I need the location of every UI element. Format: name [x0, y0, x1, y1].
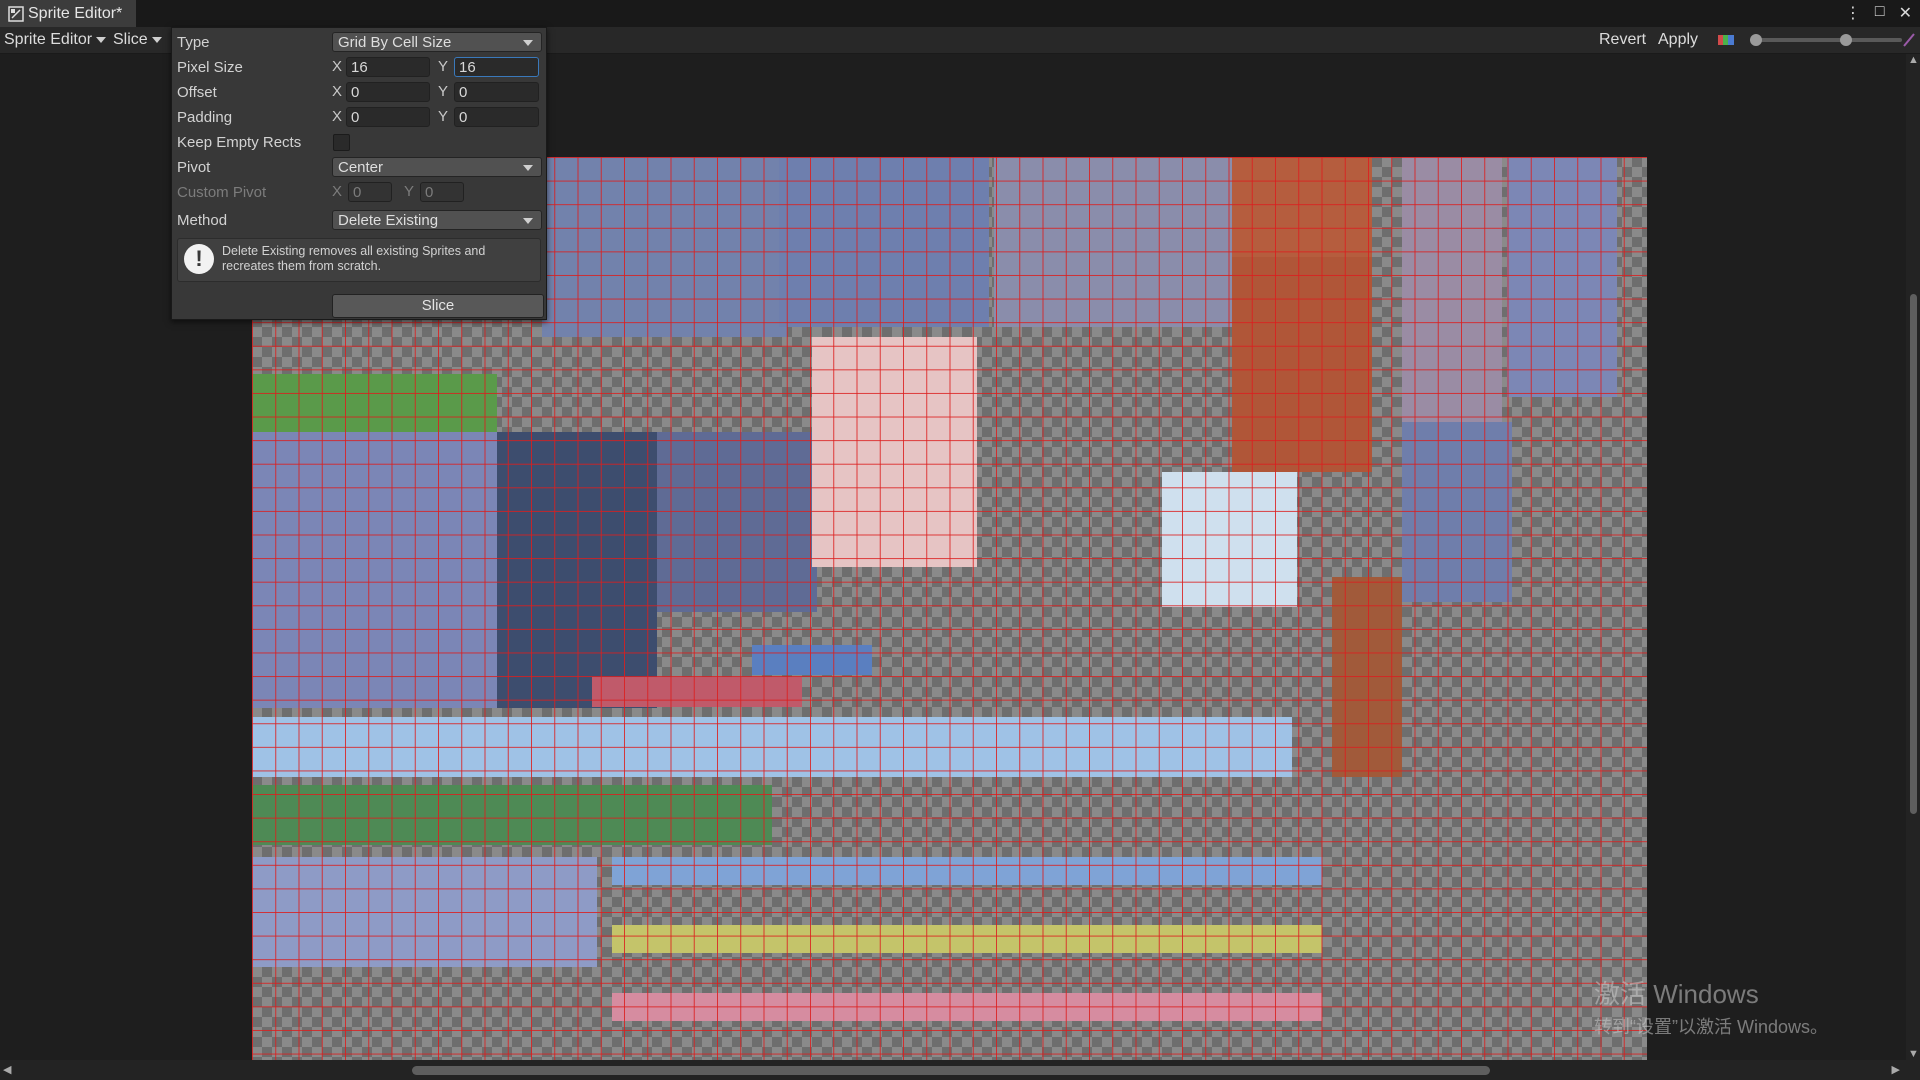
floor-tiles: [252, 432, 497, 708]
scroll-down-icon[interactable]: ▼: [1908, 1048, 1919, 1060]
sprite-editor-menu[interactable]: Sprite Editor: [4, 31, 107, 49]
type-value: Grid By Cell Size: [338, 33, 452, 51]
method-value: Delete Existing: [338, 211, 439, 229]
y-label: Y: [438, 58, 449, 75]
shop-tiles: [994, 157, 1232, 327]
roof-tiles: [1232, 157, 1372, 257]
offset-label: Offset: [177, 83, 217, 101]
custom-pivot-label: Custom Pivot: [177, 183, 267, 201]
banner-row-yellow: [612, 925, 1322, 953]
door-tiles: [1332, 577, 1402, 777]
pivot-label: Pivot: [177, 158, 211, 176]
plaza-tiles: [657, 432, 817, 612]
pivot-value: Center: [338, 158, 384, 176]
road-tiles: [497, 432, 657, 708]
sprite-editor-icon: [8, 5, 24, 22]
chevron-down-icon: [523, 165, 533, 171]
vehicle-sprites: [752, 645, 872, 675]
banner-row-pink: [612, 993, 1322, 1021]
slider-handle-min[interactable]: [1750, 34, 1762, 46]
title-bar: Sprite Editor* ⋮ □ ✕: [0, 0, 1920, 27]
slice-menu-label: Slice: [113, 31, 148, 48]
tower-tiles: [1402, 157, 1502, 437]
window-tiles: [1402, 422, 1512, 602]
editor-tab[interactable]: Sprite Editor*: [0, 0, 136, 27]
custom-pivot-y-field: 0: [420, 182, 464, 202]
custom-pivot-x-field: 0: [348, 182, 392, 202]
banner-row-blue: [612, 857, 1322, 885]
vertical-scroll-thumb[interactable]: [1910, 294, 1917, 814]
pool-sprites: [252, 717, 1292, 777]
interior-tiles: [542, 157, 787, 337]
fountain-sprite: [1162, 472, 1297, 607]
pixel-size-y-field[interactable]: 16: [454, 57, 539, 77]
type-label: Type: [177, 33, 210, 51]
type-dropdown[interactable]: Grid By Cell Size: [332, 32, 542, 52]
padding-y-field[interactable]: 0: [454, 107, 539, 127]
help-box: ! Delete Existing removes all existing S…: [177, 238, 541, 282]
scroll-left-icon[interactable]: ◀: [3, 1063, 11, 1076]
x-label: X: [332, 108, 343, 125]
color-channel-icon[interactable]: [1718, 33, 1736, 47]
zoom-slider[interactable]: [1750, 34, 1902, 46]
chevron-down-icon: [523, 40, 533, 46]
help-text: Delete Existing removes all existing Spr…: [222, 244, 486, 273]
scroll-right-icon[interactable]: ▶: [1892, 1063, 1900, 1076]
grass-tiles: [252, 374, 497, 432]
apply-button[interactable]: Apply: [1658, 31, 1698, 49]
warning-icon: !: [184, 244, 214, 274]
watermark-title: 激活 Windows: [1594, 979, 1759, 1009]
y-label: Y: [438, 83, 449, 100]
house-tiles: [779, 157, 989, 327]
revert-button[interactable]: Revert: [1599, 31, 1646, 49]
tab-title: Sprite Editor*: [28, 4, 123, 22]
x-label: X: [332, 83, 343, 100]
chevron-down-icon: [523, 218, 533, 224]
horizontal-scrollbar[interactable]: ◀ ▶: [0, 1060, 1920, 1080]
mip-level-icon[interactable]: [1902, 32, 1916, 48]
padding-label: Padding: [177, 108, 233, 126]
chevron-down-icon: [151, 37, 162, 43]
maximize-icon[interactable]: □: [1875, 3, 1885, 23]
slice-button[interactable]: Slice: [332, 294, 544, 318]
padding-x-field[interactable]: 0: [346, 107, 430, 127]
vertical-scrollbar[interactable]: ▲ ▼: [1906, 54, 1920, 1060]
chevron-down-icon: [96, 37, 107, 43]
slice-menu[interactable]: Slice: [113, 31, 162, 49]
office-tiles: [1507, 157, 1617, 397]
pixel-size-label: Pixel Size: [177, 58, 243, 76]
slider-handle[interactable]: [1840, 34, 1852, 46]
brick-building-tiles: [1232, 257, 1372, 472]
x-label: X: [332, 183, 343, 200]
car-sprites: [592, 677, 802, 707]
scroll-up-icon[interactable]: ▲: [1908, 54, 1919, 66]
y-label: Y: [404, 183, 415, 200]
offset-y-field[interactable]: 0: [454, 82, 539, 102]
slice-popup: Type Grid By Cell Size Pixel Size X 16 Y…: [171, 27, 547, 320]
flag-sprites: [252, 857, 597, 967]
keep-empty-rects-checkbox[interactable]: [333, 134, 350, 151]
pixel-size-x-field[interactable]: 16: [346, 57, 430, 77]
more-options-icon[interactable]: ⋮: [1845, 3, 1861, 23]
building-sprite: [812, 337, 977, 567]
method-dropdown[interactable]: Delete Existing: [332, 210, 542, 230]
y-label: Y: [438, 108, 449, 125]
keep-empty-rects-label: Keep Empty Rects: [177, 133, 302, 151]
close-icon[interactable]: ✕: [1899, 3, 1912, 23]
windows-activation-watermark: 激活 Windows 转到“设置”以激活 Windows。: [1594, 974, 1828, 1039]
bush-sprites: [252, 785, 772, 845]
sprite-editor-menu-label: Sprite Editor: [4, 31, 93, 48]
horizontal-scroll-thumb[interactable]: [412, 1066, 1490, 1075]
watermark-subtitle: 转到“设置”以激活 Windows。: [1594, 1017, 1829, 1037]
offset-x-field[interactable]: 0: [346, 82, 430, 102]
method-label: Method: [177, 211, 228, 229]
x-label: X: [332, 58, 343, 75]
pivot-dropdown[interactable]: Center: [332, 157, 542, 177]
